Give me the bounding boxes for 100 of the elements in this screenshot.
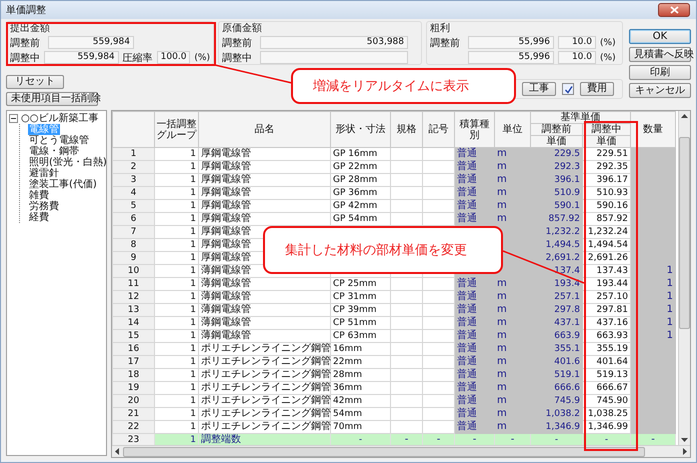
row-number: 22 xyxy=(112,420,154,434)
table-cell: GP 22mm xyxy=(330,160,390,174)
table-cell: 745.9 xyxy=(530,394,582,408)
table-cell: 普通 xyxy=(454,304,494,316)
table-cell: 1 xyxy=(154,316,198,330)
row-number: 17 xyxy=(112,356,154,368)
table-cell: 590.1 xyxy=(530,200,582,212)
table-cell: m xyxy=(494,420,530,434)
dialog-button[interactable]: OK xyxy=(629,29,691,44)
column-header: 調整前 xyxy=(530,124,582,136)
column-header: 基準単価 xyxy=(530,112,630,124)
dialog-button[interactable]: 印刷 xyxy=(629,65,691,80)
tree-item[interactable]: 労務費 xyxy=(28,201,60,212)
collapse-icon[interactable] xyxy=(9,114,18,123)
table-cell: m xyxy=(494,304,530,316)
table-cell: m xyxy=(494,330,530,342)
tree-item[interactable]: 経費 xyxy=(28,212,50,223)
row-number: 20 xyxy=(112,394,154,408)
action-button[interactable]: 未使用項目一括削除 xyxy=(6,92,98,106)
row-number: 16 xyxy=(112,342,154,356)
tree-item[interactable]: 避雷針 xyxy=(28,168,60,179)
table-cell: 1 xyxy=(154,330,198,342)
table-cell: 297.8 xyxy=(530,304,582,316)
value-field: 503,988 xyxy=(260,36,408,49)
field-label: 調整中 xyxy=(222,52,253,64)
table-cell: m xyxy=(494,356,530,368)
group-title: 原価金額 xyxy=(222,23,263,34)
table-cell: m xyxy=(494,290,530,304)
table-cell: 1 xyxy=(154,148,198,160)
table-cell: 普通 xyxy=(454,212,494,226)
column-header: 積算種別 xyxy=(454,112,494,148)
table-cell: 普通 xyxy=(454,420,494,434)
table-cell: 292.3 xyxy=(530,160,582,174)
row-number: 23 xyxy=(112,434,154,445)
table-cell: 36mm xyxy=(330,382,390,394)
tree-item[interactable]: 可とう電線管 xyxy=(28,135,90,146)
table-cell: 1 xyxy=(154,368,198,382)
table-cell: 薄鋼電線管 xyxy=(198,304,330,316)
column-header: 数量 xyxy=(630,112,676,148)
table-cell: 1 xyxy=(154,212,198,226)
table-cell: 薄鋼電線管 xyxy=(198,290,330,304)
scrollbar-thumb[interactable] xyxy=(123,446,645,456)
left-arrow-icon xyxy=(115,448,119,455)
row-number: 11 xyxy=(112,278,154,290)
filter-button[interactable]: 工事 xyxy=(522,82,556,96)
table-cell: 普通 xyxy=(454,368,494,382)
row-number: 9 xyxy=(112,252,154,264)
table-cell: 普通 xyxy=(454,356,494,368)
tree-item[interactable]: 雑費 xyxy=(28,190,50,201)
row-number: 13 xyxy=(112,304,154,316)
tree-item[interactable]: 照明(蛍光・白熱) xyxy=(28,157,108,168)
column-header: 記号 xyxy=(422,112,454,148)
table-cell: 1 xyxy=(154,200,198,212)
table-cell: CP 25mm xyxy=(330,278,390,290)
filter-button[interactable]: 費用 xyxy=(580,82,614,96)
table-cell: GP 28mm xyxy=(330,174,390,186)
row-number: 1 xyxy=(112,148,154,160)
table-cell: 薄鋼電線管 xyxy=(198,330,330,342)
table-cell: 1,346.9 xyxy=(530,420,582,434)
table-cell: 厚鋼電線管 xyxy=(198,148,330,160)
unit-label: (%) xyxy=(600,52,616,62)
scrollbar-thumb[interactable] xyxy=(679,137,690,329)
up-arrow-icon xyxy=(681,114,688,118)
table-cell: - xyxy=(330,434,390,445)
table-cell: 857.92 xyxy=(530,212,582,226)
value-field: 559,984 xyxy=(44,51,119,64)
table-cell: 厚鋼電線管 xyxy=(198,186,330,200)
row-number: 18 xyxy=(112,368,154,382)
table-cell: ポリエチレンライニング鋼管 xyxy=(198,408,330,420)
row-number: 10 xyxy=(112,264,154,278)
action-button[interactable]: リセット xyxy=(6,75,64,89)
value-field: 10.0 xyxy=(558,36,596,49)
table-cell: CP 39mm xyxy=(330,304,390,316)
table-cell: 薄鋼電線管 xyxy=(198,316,330,330)
table-cell: 普通 xyxy=(454,408,494,420)
table-cell: 42mm xyxy=(330,394,390,408)
callout-box: 増減をリアルタイムに表示 xyxy=(291,68,516,104)
table-cell: 厚鋼電線管 xyxy=(198,160,330,174)
dialog-button[interactable]: 見積書へ反映 xyxy=(629,47,691,62)
dialog-button[interactable]: キャンセル xyxy=(629,83,691,98)
tree-item[interactable]: 電線・鋼帯 xyxy=(28,146,80,157)
vertical-scrollbar[interactable] xyxy=(678,111,690,445)
tree-item[interactable]: 塗装工事(代価) xyxy=(28,179,98,190)
horizontal-scrollbar[interactable] xyxy=(112,445,690,457)
table-cell: 1,038.2 xyxy=(530,408,582,420)
table-cell: ポリエチレンライニング鋼管 xyxy=(198,382,330,394)
close-button[interactable] xyxy=(658,3,690,17)
table-cell: 22mm xyxy=(330,356,390,368)
tree-item[interactable]: ○○ビル新築工事 xyxy=(20,113,100,124)
table-cell: CP 31mm xyxy=(330,290,390,304)
table-cell: ポリエチレンライニング鋼管 xyxy=(198,356,330,368)
row-number: 3 xyxy=(112,174,154,186)
table-cell: 普通 xyxy=(454,394,494,408)
value-field: 10.0 xyxy=(558,51,596,64)
table-cell: 1 xyxy=(154,342,198,356)
table-cell: m xyxy=(494,316,530,330)
table-cell: 663.9 xyxy=(530,330,582,342)
checkbox[interactable] xyxy=(562,83,574,95)
row-number: 5 xyxy=(112,200,154,212)
table-cell: ポリエチレンライニング鋼管 xyxy=(198,342,330,356)
